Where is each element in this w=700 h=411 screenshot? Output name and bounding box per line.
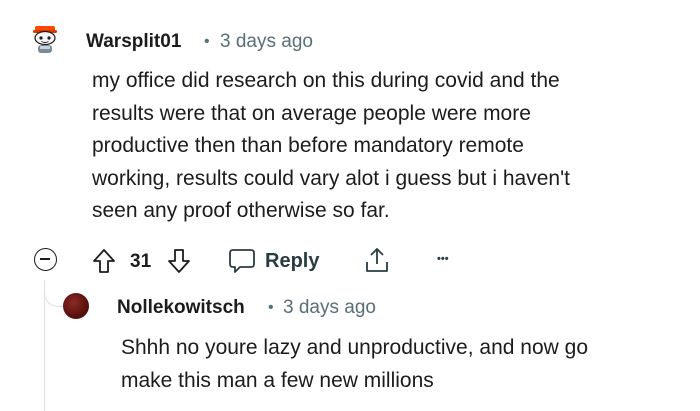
reply-author[interactable]: Nollekowitsch [117, 297, 245, 319]
comment-body: my office did research on this during co… [92, 65, 692, 228]
upvote-icon[interactable] [92, 248, 116, 274]
vote-score: 31 [130, 251, 152, 272]
comment-author[interactable]: Warsplit01 [86, 31, 181, 53]
downvote-icon[interactable] [167, 248, 191, 274]
comment-bubble-icon [228, 248, 256, 274]
comment-body-line: working, results could vary alot i guess… [92, 166, 570, 190]
comment-body-line: productive then than before mandatory re… [92, 134, 524, 157]
comment-timestamp[interactable]: 3 days ago [220, 31, 313, 53]
reply-branch-line [44, 280, 63, 307]
reply-button[interactable]: Reply [228, 246, 319, 276]
comment-body-line: results were that on average people were… [92, 101, 531, 125]
meta-separator: • [204, 33, 210, 50]
meta-separator: • [268, 299, 274, 316]
reply-timestamp[interactable]: 3 days ago [283, 297, 376, 319]
share-icon[interactable] [364, 246, 390, 274]
reply-body-line: Shhh no youre lazy and unproductive, and… [121, 336, 588, 359]
collapse-icon[interactable] [34, 248, 57, 271]
reply-label: Reply [265, 249, 320, 272]
comment-body-line: seen any proof otherwise so far. [92, 199, 390, 222]
more-options-icon[interactable]: ••• [437, 253, 449, 265]
reply-body: Shhh no youre lazy and unproductive, and… [121, 331, 691, 397]
reply-body-line: make this man a few new millions [121, 369, 434, 392]
reply-avatar[interactable] [63, 293, 89, 319]
comment-body-line: my office did research on this during co… [92, 69, 560, 92]
user-avatar-icon[interactable] [32, 24, 58, 54]
